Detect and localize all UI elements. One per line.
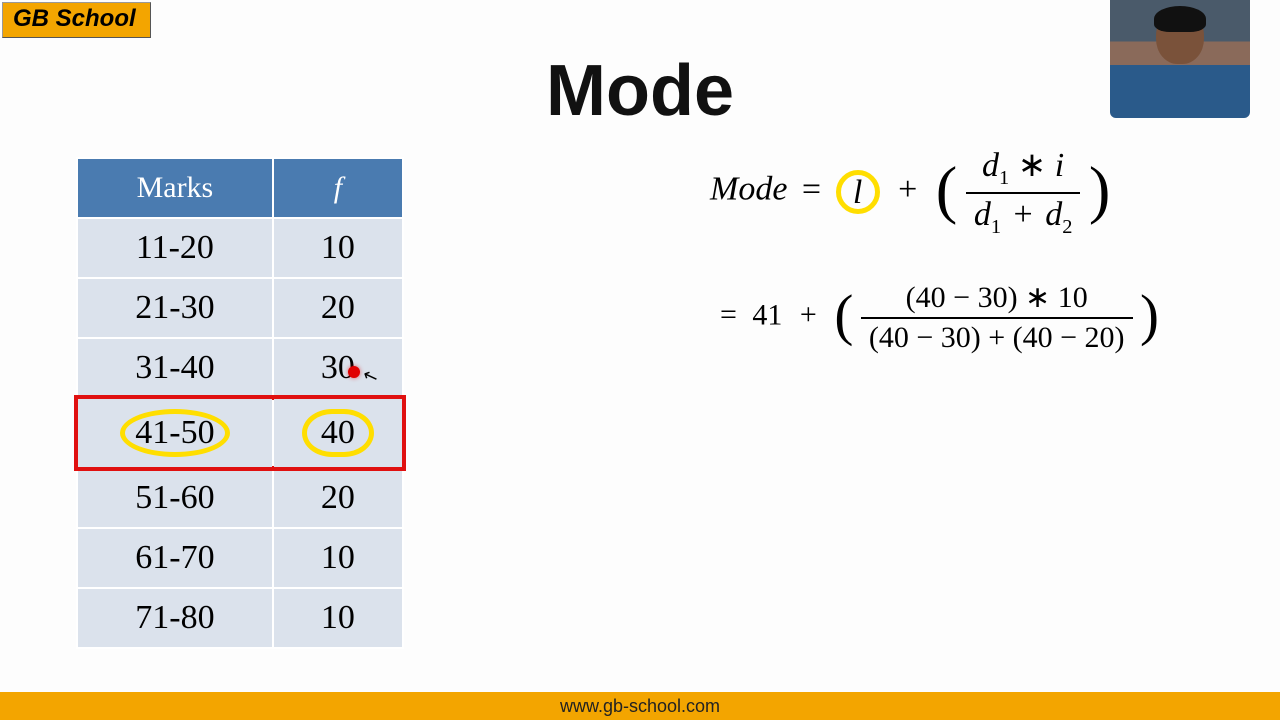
highlight-circle-icon: 41-50 (120, 409, 229, 457)
cell-marks: 71-80 (77, 588, 273, 648)
cell-marks: 21-30 (77, 278, 273, 338)
cell-freq: 20 (273, 278, 403, 338)
fraction: (40 − 30) ∗ 10 (40 − 30) + (40 − 20) (861, 280, 1133, 355)
highlight-circle-icon: 40 (302, 409, 374, 457)
cell-marks-modal: 41-50 (77, 398, 273, 468)
fraction-numerator: (40 − 30) ∗ 10 (861, 280, 1133, 319)
col-header-frequency: f (273, 158, 403, 218)
cell-freq-modal: 40 (273, 398, 403, 468)
cell-marks: 31-40 (77, 338, 273, 398)
left-paren-icon: ( (936, 153, 958, 225)
mode-formula-substituted: = 41 + ( (40 − 30) ∗ 10 (40 − 30) + (40 … (720, 280, 1159, 355)
right-paren-icon: ) (1089, 153, 1111, 225)
formula-lhs: Mode (710, 171, 787, 208)
equals-sign: = (802, 171, 821, 208)
presenter-video-thumbnail (1110, 0, 1250, 118)
equals-sign: = (720, 298, 737, 331)
cell-freq: 10 (273, 218, 403, 278)
table-row: 11-20 10 (77, 218, 403, 278)
table-row: 51-60 20 (77, 468, 403, 528)
page-title: Mode (0, 50, 1280, 132)
fraction: d1 ∗ i d1 + d2 (966, 145, 1081, 239)
mode-formula-symbolic: Mode = l + ( d1 ∗ i d1 + d2 ) (710, 145, 1110, 239)
col-header-marks: Marks (77, 158, 273, 218)
table-row-modal-class: 41-50 40 (77, 398, 403, 468)
cell-freq: 10 (273, 588, 403, 648)
logo-badge: GB School (2, 2, 151, 38)
plus-sign: + (898, 171, 917, 208)
fraction-denominator: (40 − 30) + (40 − 20) (861, 319, 1133, 355)
table-row: 21-30 20 (77, 278, 403, 338)
table-row: 71-80 10 (77, 588, 403, 648)
footer-url: www.gb-school.com (0, 692, 1280, 720)
fraction-denominator: d1 + d2 (966, 194, 1081, 239)
fraction-numerator: d1 ∗ i (966, 145, 1081, 194)
cell-freq: 10 (273, 528, 403, 588)
cell-marks: 11-20 (77, 218, 273, 278)
table-row: 61-70 10 (77, 528, 403, 588)
cell-freq: 30 (273, 338, 403, 398)
laser-pointer-icon (348, 366, 360, 378)
cell-marks: 51-60 (77, 468, 273, 528)
highlight-circle-l-icon: l (836, 170, 880, 214)
cell-marks: 61-70 (77, 528, 273, 588)
l-value: 41 (752, 298, 782, 331)
cell-freq: 20 (273, 468, 403, 528)
plus-sign: + (800, 298, 817, 331)
left-paren-icon: ( (834, 284, 853, 347)
right-paren-icon: ) (1140, 284, 1159, 347)
frequency-table: Marks f 11-20 10 21-30 20 31-40 30 41-50… (76, 157, 404, 649)
